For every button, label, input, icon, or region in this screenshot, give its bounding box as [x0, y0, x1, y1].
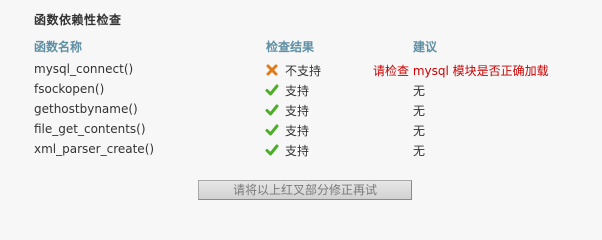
- table-row: file_get_contents() 支持 无: [0, 120, 602, 140]
- check-result-text: 支持: [285, 103, 310, 118]
- table-row: mysql_connect() 不支持 请检查 mysql 模块是否正确加载: [0, 60, 602, 80]
- check-result-text: 支持: [285, 143, 310, 158]
- column-header-advice: 建议: [413, 40, 438, 54]
- check-result: 支持: [265, 80, 309, 100]
- advice-text: 无: [413, 84, 426, 98]
- table-row: xml_parser_create() 支持 无: [0, 140, 602, 160]
- check-icon: [265, 144, 279, 156]
- check-result: 支持: [265, 140, 309, 160]
- function-name: xml_parser_create(): [34, 142, 155, 156]
- function-name: gethostbyname(): [34, 102, 138, 116]
- dependency-check-panel: 函数依赖性检查 函数名称 检查结果 建议 mysql_connect() 不支持…: [0, 0, 602, 212]
- function-name: file_get_contents(): [34, 122, 146, 136]
- check-result: 不支持: [265, 60, 321, 80]
- section-title: 函数依赖性检查: [34, 13, 122, 27]
- check-result-text: 支持: [285, 83, 310, 98]
- retry-button[interactable]: 请将以上红叉部分修正再试: [198, 180, 412, 200]
- column-header-function-name: 函数名称: [34, 40, 83, 54]
- advice-text: 无: [413, 104, 426, 118]
- check-icon: [265, 104, 279, 116]
- cross-icon: [266, 64, 278, 76]
- column-header-check-result: 检查结果: [266, 40, 315, 54]
- function-name: fsockopen(): [34, 82, 105, 96]
- function-name: mysql_connect(): [34, 62, 134, 76]
- advice-text: 无: [413, 144, 426, 158]
- advice-text: 请检查 mysql 模块是否正确加载: [373, 64, 549, 78]
- check-icon: [265, 124, 279, 136]
- check-result: 支持: [265, 100, 309, 120]
- check-result-text: 不支持: [285, 63, 322, 78]
- advice-text: 无: [413, 124, 426, 138]
- check-result: 支持: [265, 120, 309, 140]
- check-result-text: 支持: [285, 123, 310, 138]
- table-row: fsockopen() 支持 无: [0, 80, 602, 100]
- table-row: gethostbyname() 支持 无: [0, 100, 602, 120]
- check-icon: [265, 84, 279, 96]
